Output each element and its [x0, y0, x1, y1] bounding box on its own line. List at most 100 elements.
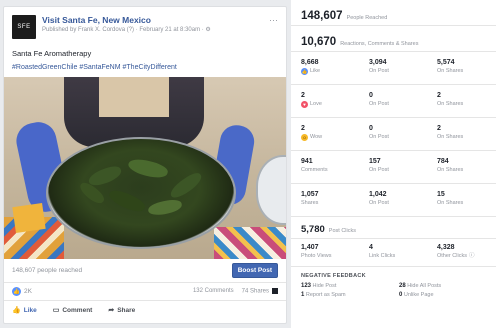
- negative-feedback-label: Unlike Page: [403, 292, 434, 298]
- metric-value: 157: [369, 158, 381, 165]
- photo-chile-bowl: [46, 137, 236, 249]
- post-hashtags[interactable]: #RoastedGreenChile #SantaFeNM #TheCityDi…: [4, 63, 286, 75]
- post-insights-panel: 148,607 People Reached 10,670 Reactions,…: [291, 0, 496, 328]
- metric-row-comments: 941 Comments 157 On Post 784 On Shares: [291, 151, 496, 184]
- post-photo[interactable]: [4, 77, 286, 259]
- metric-value: 2: [301, 125, 305, 132]
- metric-label: On Shares: [437, 101, 464, 107]
- reaction-count[interactable]: 👍 2K: [12, 287, 32, 296]
- shares-dropdown-icon[interactable]: [272, 288, 278, 295]
- metric-value: 2: [437, 92, 441, 99]
- love-icon: ♥: [301, 100, 308, 108]
- negative-feedback-title: NEGATIVE FEEDBACK: [301, 273, 366, 279]
- metric-cell: 2 On Shares: [437, 118, 496, 150]
- wow-icon: o: [301, 133, 308, 141]
- post-clicks-label: Post Clicks: [328, 228, 356, 234]
- photo-second-bowl: [256, 155, 286, 225]
- metric-label: On Post: [369, 68, 389, 74]
- post-actions-row: 👍 Like ▭ Comment ➦ Share: [4, 301, 286, 319]
- thumbs-up-icon: 👍: [12, 307, 21, 314]
- negative-feedback-grid: 123 Hide Post 28 Hide All Posts 1 Report…: [301, 283, 486, 298]
- metric-label: On Shares: [437, 134, 464, 140]
- people-reached-text[interactable]: 148,607 people reached: [12, 267, 82, 274]
- like-button[interactable]: 👍 Like: [12, 306, 37, 315]
- metric-label: ♥ Love: [301, 100, 369, 108]
- metric-label: On Post: [369, 200, 389, 206]
- negative-feedback-item: 0 Unlike Page: [399, 292, 496, 298]
- metric-row-clicks: 1,407 Photo Views 4 Link Clicks 4,328 Ot…: [291, 239, 496, 267]
- share-button[interactable]: ➦ Share: [108, 306, 136, 315]
- info-icon[interactable]: ⓘ: [469, 252, 475, 260]
- comments-shares-counts: 132 Comments 74 Shares: [193, 288, 278, 295]
- metric-value: 8,668: [301, 59, 319, 66]
- metric-label: Shares: [301, 200, 319, 206]
- metric-cell: 941 Comments: [301, 151, 369, 183]
- metric-cell: 0 On Post: [369, 85, 437, 117]
- metric-cell: 2 o Wow: [301, 118, 369, 150]
- shares-count-link[interactable]: 74 Shares: [242, 288, 278, 295]
- metric-cell: 2 ♥ Love: [301, 85, 369, 117]
- metric-label: Photo Views: [301, 253, 332, 259]
- metric-value: 941: [301, 158, 313, 165]
- like-icon: 👍: [301, 67, 308, 75]
- negative-feedback-label: Hide Post: [312, 283, 337, 289]
- metric-cell: 15 On Shares: [437, 184, 496, 216]
- photo-blanket-right: [214, 227, 286, 259]
- metric-label: Comments: [301, 167, 328, 173]
- metric-value: 5,574: [437, 59, 455, 66]
- page-avatar[interactable]: SFE: [12, 15, 36, 39]
- metric-row-shares: 1,057 Shares 1,042 On Post 15 On Shares: [291, 184, 496, 217]
- share-button-label: Share: [117, 306, 136, 314]
- metric-value: 1,407: [301, 244, 319, 251]
- metric-cell: 2 On Shares: [437, 85, 496, 117]
- engagement-stats-row: 👍 2K 132 Comments 74 Shares: [4, 283, 286, 301]
- metric-cell: 157 On Post: [369, 151, 437, 183]
- reactions-label: Reactions, Comments & Shares: [340, 41, 419, 47]
- reactions-block: 10,670 Reactions, Comments & Shares: [291, 26, 496, 52]
- metric-label-text: Like: [310, 68, 321, 74]
- post-header-text: Visit Santa Fe, New Mexico Published by …: [42, 15, 269, 35]
- comments-count-link[interactable]: 132 Comments: [193, 288, 234, 294]
- like-button-label: Like: [23, 306, 37, 314]
- more-options-icon[interactable]: ···: [269, 16, 278, 25]
- metric-label-text: Wow: [310, 134, 323, 140]
- metric-label: On Shares: [437, 68, 464, 74]
- metric-value: 4,328: [437, 244, 455, 251]
- page-name-link[interactable]: Visit Santa Fe, New Mexico: [42, 15, 269, 26]
- post-header: SFE Visit Santa Fe, New Mexico Published…: [4, 7, 286, 43]
- metric-label: o Wow: [301, 133, 369, 141]
- post-clicks-block: 5,780 Post Clicks: [291, 217, 496, 239]
- people-reached-label: People Reached: [346, 15, 388, 21]
- people-reached-block: 148,607 People Reached: [291, 0, 496, 26]
- photo-chile: [126, 156, 170, 181]
- negative-feedback-item: 123 Hide Post: [301, 283, 399, 289]
- metric-label: On Post: [369, 167, 389, 173]
- metric-row-love: 2 ♥ Love 0 On Post 2 On Shares: [291, 85, 496, 118]
- metric-cell: 4 Link Clicks: [369, 239, 437, 266]
- metric-value: 1,057: [301, 191, 319, 198]
- metric-value: 0: [369, 92, 373, 99]
- metric-label: Other Clicks ⓘ: [437, 252, 496, 260]
- metric-value: 3,094: [369, 59, 387, 66]
- share-arrow-icon: ➦: [108, 307, 115, 314]
- negative-feedback-value: 28: [399, 283, 406, 289]
- photo-apron: [99, 77, 169, 117]
- negative-feedback-block: NEGATIVE FEEDBACK 123 Hide Post 28 Hide …: [291, 267, 496, 304]
- reaction-count-value: 2K: [24, 288, 32, 295]
- comment-button[interactable]: ▭ Comment: [53, 306, 93, 315]
- metric-row-wow: 2 o Wow 0 On Post 2 On Shares: [291, 118, 496, 151]
- negative-feedback-value: 123: [301, 283, 312, 289]
- facebook-post: SFE Visit Santa Fe, New Mexico Published…: [3, 6, 287, 324]
- comment-button-label: Comment: [62, 306, 93, 314]
- metric-label: Link Clicks: [369, 253, 396, 259]
- published-by-line: Published by Frank X. Cordova (?) · Febr…: [42, 27, 211, 33]
- metric-cell: 0 On Post: [369, 118, 437, 150]
- boost-post-button[interactable]: Boost Post: [231, 263, 278, 278]
- metric-value: 2: [437, 125, 441, 132]
- reach-row: 148,607 people reached Boost Post: [4, 259, 286, 283]
- photo-chile: [106, 186, 148, 216]
- metric-value: 4: [369, 244, 373, 251]
- photo-chile: [167, 169, 205, 202]
- metric-cell: 5,574 On Shares: [437, 52, 496, 84]
- negative-feedback-label: Report as Spam: [305, 292, 346, 298]
